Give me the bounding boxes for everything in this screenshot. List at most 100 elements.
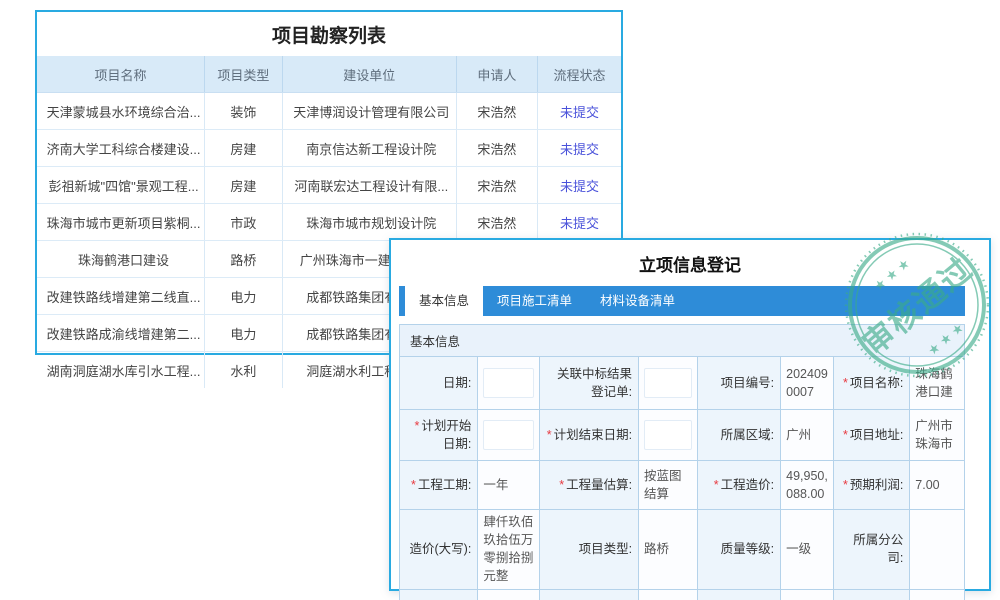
field-label: *计划开始日期: [400, 410, 478, 461]
status-label: 未提交 [537, 167, 621, 204]
field-label: 造价(大写): [400, 510, 478, 590]
project-type-cell: 市政 [205, 204, 283, 241]
applicant-link[interactable]: 宋浩然 [456, 130, 537, 167]
form-tab-1[interactable]: 基本信息 [405, 286, 483, 316]
project-name-link[interactable]: 改建铁路线增建第二线直... [37, 278, 205, 315]
table-row: 济南大学工科综合楼建设...房建南京信达新工程设计院宋浩然未提交 [37, 130, 621, 167]
form-tab-3[interactable]: 材料设备清单 [586, 286, 689, 316]
project-name-link[interactable]: 珠海市城市更新项目紫桐... [37, 204, 205, 241]
field-label: 所属分公司: [834, 510, 910, 590]
project-type-cell: 路桥 [205, 241, 283, 278]
field-value: 按蓝图结算 [639, 461, 698, 510]
table-row: 彭祖新城"四馆"景观工程...房建河南联宏达工程设计有限...宋浩然未提交 [37, 167, 621, 204]
column-header: 流程状态 [537, 56, 621, 93]
field-label: *预期利润: [834, 461, 910, 510]
field-label: 项目状态: [400, 589, 478, 600]
project-name-link[interactable]: 彭祖新城"四馆"景观工程... [37, 167, 205, 204]
project-name-link[interactable]: 湖南洞庭湖水库引水工程... [37, 352, 205, 389]
field-label: *计划结束日期: [540, 410, 639, 461]
field-value: 一年 [478, 461, 540, 510]
required-star: * [547, 428, 552, 442]
project-type-cell: 电力 [205, 315, 283, 352]
field-label: *项目地址: [834, 410, 910, 461]
field-input[interactable] [478, 410, 540, 461]
basic-info-section: 基本信息 日期:关联中标结果登记单:项目编号:2024090007*项目名称:珠… [399, 324, 965, 600]
form-table: 日期:关联中标结果登记单:项目编号:2024090007*项目名称:珠海鹤港口建… [400, 357, 964, 600]
field-label: *工程量估算: [540, 461, 639, 510]
field-label: 项目负责人: [697, 589, 780, 600]
project-type-cell: 电力 [205, 278, 283, 315]
field-label: 质量等级: [697, 510, 780, 590]
project-name-link[interactable]: 济南大学工科综合楼建设... [37, 130, 205, 167]
status-label: 未提交 [537, 93, 621, 130]
column-header: 项目名称 [37, 56, 205, 93]
section-header: 基本信息 [400, 325, 964, 357]
field-value: 49,950,088.00 [781, 461, 834, 510]
project-type-cell: 水利 [205, 352, 283, 389]
form-title: 立项信息登记 [391, 240, 989, 286]
field-value: 立项分析 [478, 589, 540, 600]
company-cell: 珠海市城市规划设计院 [282, 204, 456, 241]
field-value: 路桥 [639, 510, 698, 590]
field-label: *工程造价: [697, 461, 780, 510]
field-value: 一级 [781, 510, 834, 590]
applicant-link[interactable]: 宋浩然 [456, 93, 537, 130]
status-label: 未提交 [537, 204, 621, 241]
required-star: * [843, 428, 848, 442]
field-value: 肆仟玖佰玖拾伍万零捌拾捌元整 [478, 510, 540, 590]
project-name-link[interactable]: 天津蒙城县水环境综合治... [37, 93, 205, 130]
project-type-cell: 房建 [205, 167, 283, 204]
required-star: * [414, 419, 419, 433]
company-cell: 天津博润设计管理有限公司 [282, 93, 456, 130]
form-row: 造价(大写):肆仟玖佰玖拾伍万零捌拾捌元整项目类型:路桥质量等级:一级所属分公司… [400, 510, 964, 590]
field-label: 关联中标结果登记单: [540, 357, 639, 410]
field-value: 2024090007 [781, 357, 834, 410]
company-cell: 南京信达新工程设计院 [282, 130, 456, 167]
form-row: 日期:关联中标结果登记单:项目编号:2024090007*项目名称:珠海鹤港口建 [400, 357, 964, 410]
field-label: 日期: [400, 357, 478, 410]
field-value: 珠海鹤港口建 [910, 357, 964, 410]
survey-header-row: 项目名称项目类型建设单位申请人流程状态 [37, 56, 621, 93]
screen: 项目勘察列表 项目名称项目类型建设单位申请人流程状态 天津蒙城县水环境综合治..… [0, 0, 1000, 600]
field-label: *项目名称: [834, 357, 910, 410]
form-tab-2[interactable]: 项目施工清单 [483, 286, 586, 316]
company-cell: 河南联宏达工程设计有限... [282, 167, 456, 204]
field-value: 广州市珠海市 [910, 410, 964, 461]
form-row: *工程工期:一年*工程量估算:按蓝图结算*工程造价:49,950,088.00*… [400, 461, 964, 510]
field-value [910, 589, 964, 600]
field-input[interactable] [639, 357, 698, 410]
table-row: 天津蒙城县水环境综合治...装饰天津博润设计管理有限公司宋浩然未提交 [37, 93, 621, 130]
field-input[interactable] [639, 410, 698, 461]
text-input[interactable] [644, 368, 692, 398]
survey-list-title: 项目勘察列表 [37, 12, 621, 56]
form-tabbar: 基本信息项目施工清单材料设备清单 [399, 286, 965, 316]
text-input[interactable] [483, 420, 534, 450]
field-label: 业务性质: [540, 589, 639, 600]
registration-form-panel: 立项信息登记 基本信息项目施工清单材料设备清单 基本信息 日期:关联中标结果登记… [389, 238, 991, 591]
required-star: * [411, 478, 416, 492]
form-row: *计划开始日期: *计划结束日期: 所属区域:广州*项目地址:广州市珠海市 [400, 410, 964, 461]
required-star: * [714, 478, 719, 492]
text-input[interactable] [644, 420, 692, 450]
field-label: 所属区域: [697, 410, 780, 461]
column-header: 建设单位 [282, 56, 456, 93]
project-name-link[interactable]: 改建铁路成渝线增建第二... [37, 315, 205, 352]
column-header: 申请人 [456, 56, 537, 93]
field-input[interactable] [478, 357, 540, 410]
field-value: 陈丹 [781, 589, 834, 600]
applicant-link[interactable]: 宋浩然 [456, 204, 537, 241]
required-star: * [843, 376, 848, 390]
project-name-link[interactable]: 珠海鹤港口建设 [37, 241, 205, 278]
required-star: * [843, 478, 848, 492]
field-label [834, 589, 910, 600]
project-type-cell: 装饰 [205, 93, 283, 130]
table-row: 珠海市城市更新项目紫桐...市政珠海市城市规划设计院宋浩然未提交 [37, 204, 621, 241]
field-label: *工程工期: [400, 461, 478, 510]
field-label: 项目类型: [540, 510, 639, 590]
text-input[interactable] [483, 368, 534, 398]
column-header: 项目类型 [205, 56, 283, 93]
applicant-link[interactable]: 宋浩然 [456, 167, 537, 204]
field-value: 广州 [781, 410, 834, 461]
field-select[interactable]: 请选择 [639, 589, 698, 600]
field-value: 7.00 [910, 461, 964, 510]
